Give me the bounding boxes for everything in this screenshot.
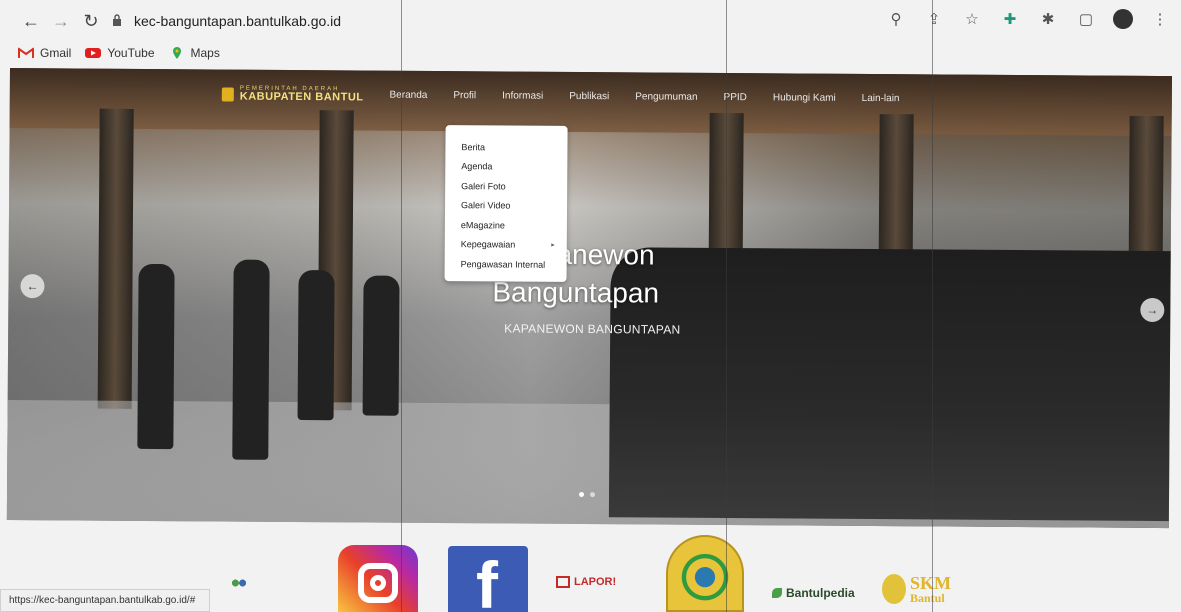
nav-informasi[interactable]: Informasi	[502, 90, 543, 101]
bantul-seal-icon[interactable]	[666, 535, 744, 612]
person-figure	[232, 259, 270, 460]
submenu-arrow-icon: ▸	[551, 242, 555, 250]
browser-actions: ⚲ ⇪ ☆ ✚ ✱ ▢ ⋮	[885, 8, 1171, 30]
browser-window: ← → ↻ kec-banguntapan.bantulkab.go.id ⚲ …	[0, 0, 1181, 612]
skm-text: SKM Bantul	[910, 574, 951, 604]
arrow-right-icon: →	[1146, 302, 1159, 318]
scan-line	[726, 0, 727, 612]
share-icon[interactable]: ⇪	[923, 8, 945, 30]
skm-big-text: SKM	[910, 573, 952, 593]
dropdown-item-label: Agenda	[461, 161, 493, 172]
address-bar[interactable]: kec-banguntapan.bantulkab.go.id	[134, 13, 341, 29]
bantulpedia-text: Bantulpedia	[786, 586, 855, 600]
slider-prev-button[interactable]: ←	[20, 274, 45, 299]
dropdown-item-berita[interactable]: Berita	[461, 137, 567, 157]
nav-beranda[interactable]: Beranda	[389, 90, 427, 101]
youtube-icon	[85, 48, 102, 58]
scan-line	[401, 0, 402, 612]
scan-line	[932, 0, 933, 612]
partner-logo-small[interactable]	[230, 578, 248, 588]
skm-small-text: Bantul	[910, 591, 945, 605]
extension-pin-icon[interactable]: ✚	[999, 8, 1021, 30]
zoom-icon[interactable]: ⚲	[885, 8, 907, 30]
hero-slider: PEMERINTAH DAERAH KABUPATEN BANTUL Beran…	[6, 68, 1172, 529]
maps-icon	[172, 47, 181, 59]
star-icon[interactable]: ☆	[961, 8, 983, 30]
sidebar-icon[interactable]: ▢	[1075, 8, 1097, 30]
slider-dot[interactable]	[590, 492, 596, 498]
bookmark-maps[interactable]: Maps	[169, 46, 220, 60]
dropdown-item-pengawasan-internal[interactable]: Pengawasan Internal	[461, 254, 567, 274]
dropdown-item-label: Galeri Foto	[461, 180, 506, 192]
gmail-icon	[18, 47, 34, 58]
lapor-text: LAPOR!	[574, 576, 617, 588]
dropdown-item-label: Kepegawaian	[460, 239, 516, 250]
profile-avatar[interactable]	[1113, 9, 1133, 29]
forward-icon[interactable]: →	[50, 10, 72, 32]
slider-dot[interactable]	[579, 491, 585, 498]
skm-emblem-icon	[882, 574, 906, 604]
site-logo[interactable]: PEMERINTAH DAERAH KABUPATEN BANTUL	[221, 85, 364, 104]
instagram-icon[interactable]	[338, 545, 418, 612]
logo-big-text: KABUPATEN BANTUL	[239, 90, 364, 104]
reload-icon[interactable]: ↻	[80, 10, 102, 32]
partner-logo-icon	[230, 578, 248, 588]
skm-bantul-logo[interactable]: SKM Bantul	[882, 574, 951, 604]
nav-pengumuman[interactable]: Pengumuman	[635, 91, 697, 102]
logo-text: PEMERINTAH DAERAH KABUPATEN BANTUL	[240, 86, 364, 104]
back-icon[interactable]: ←	[20, 10, 42, 32]
person-figure	[137, 263, 175, 450]
nav-publikasi[interactable]: Publikasi	[569, 91, 609, 102]
dropdown-item-label: Berita	[461, 141, 486, 153]
puzzle-icon[interactable]: ✱	[1037, 8, 1059, 30]
dropdown-item-label: Galeri Video	[461, 200, 511, 211]
dropdown-item-emagazine[interactable]: eMagazine	[461, 215, 567, 235]
informasi-dropdown-menu: Berita Agenda Galeri Foto Galeri Video e…	[444, 125, 568, 282]
bookmark-label: Gmail	[40, 46, 72, 60]
instagram-lens	[370, 575, 386, 591]
slider-indicators	[579, 491, 596, 498]
dropdown-item-galeri-video[interactable]: Galeri Video	[461, 196, 567, 216]
dropdown-item-label: eMagazine	[460, 219, 505, 231]
bantulpedia-logo[interactable]: Bantulpedia	[772, 586, 855, 600]
menu-icon[interactable]: ⋮	[1149, 8, 1171, 30]
crowd-image	[608, 247, 1171, 522]
dropdown-item-agenda[interactable]: Agenda	[461, 157, 567, 177]
lock-icon[interactable]	[112, 14, 122, 26]
arrow-left-icon: ←	[26, 279, 39, 294]
bookmark-gmail[interactable]: Gmail	[18, 46, 71, 60]
bookmark-label: YouTube	[107, 46, 155, 60]
browser-toolbar: ← → ↻ kec-banguntapan.bantulkab.go.id ⚲ …	[0, 0, 1181, 40]
leaf-icon	[772, 588, 782, 598]
bantul-emblem-icon	[221, 86, 234, 102]
nav-ppid[interactable]: PPID	[724, 92, 747, 103]
bookmarks-bar: Gmail YouTube Maps	[0, 40, 1181, 66]
nav-profil[interactable]: Profil	[453, 90, 476, 101]
facebook-icon[interactable]: f	[448, 546, 528, 612]
bookmark-youtube[interactable]: YouTube	[85, 46, 155, 60]
status-bar-url: https://kec-banguntapan.bantulkab.go.id/…	[0, 589, 210, 612]
slider-next-button[interactable]: →	[1140, 297, 1165, 323]
hall-pillar	[97, 108, 134, 409]
nav-lain-lain[interactable]: Lain-lain	[862, 93, 900, 104]
dropdown-item-galeri-foto[interactable]: Galeri Foto	[461, 176, 567, 196]
nav-hubungi-kami[interactable]: Hubungi Kami	[773, 92, 836, 103]
dropdown-item-label: Pengawasan Internal	[460, 258, 546, 270]
person-figure	[362, 275, 400, 416]
hero-subtitle: KAPANEWON BANGUNTAPAN	[504, 321, 681, 337]
bookmark-label: Maps	[190, 46, 220, 60]
lapor-logo[interactable]: LAPOR!	[556, 576, 616, 588]
lapor-icon	[556, 576, 570, 588]
facebook-f-glyph: f	[476, 548, 498, 612]
person-figure	[297, 270, 335, 421]
dropdown-item-kepegawaian[interactable]: Kepegawaian ▸	[461, 235, 567, 255]
